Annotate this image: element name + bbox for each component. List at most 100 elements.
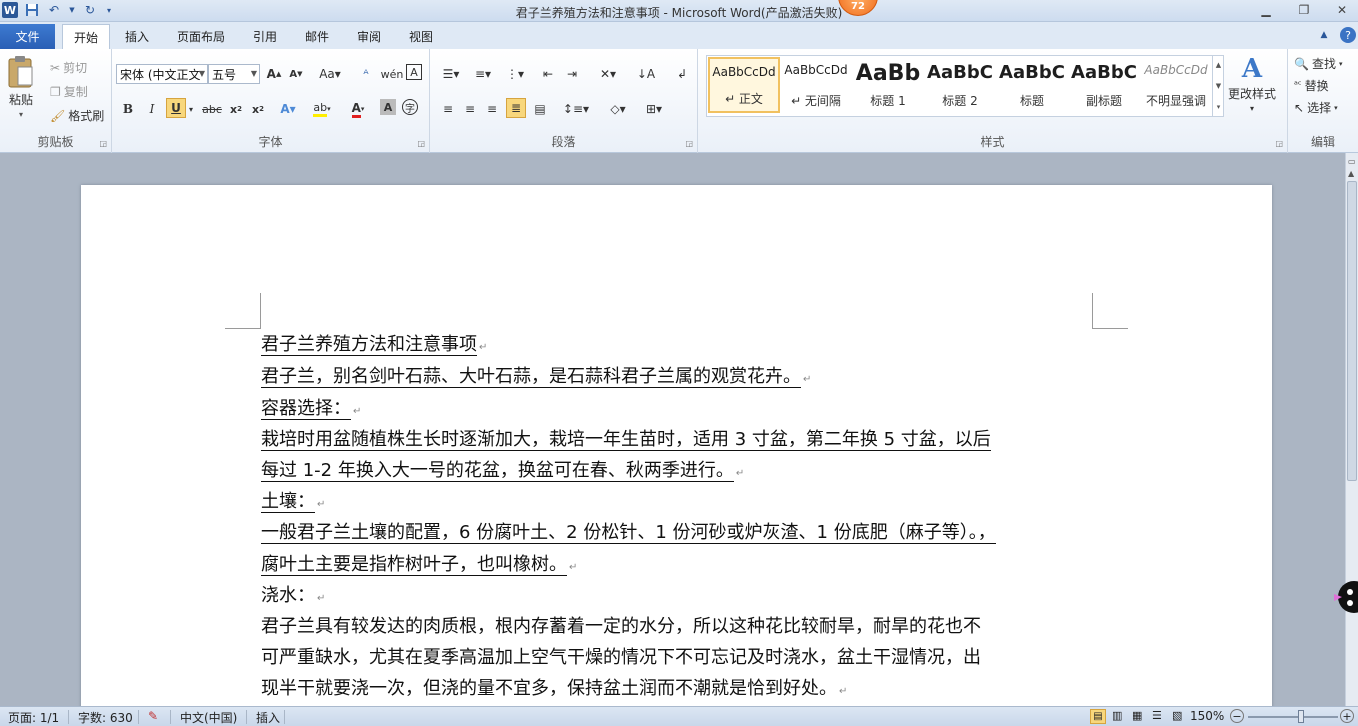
doc-line[interactable]: 君子兰具有较发达的肉质根，根内存蓄着一定的水分，所以这种花比较耐旱，耐旱的花也不 (261, 615, 981, 639)
tab-references[interactable]: 引用 (244, 24, 286, 49)
format-painter-button[interactable]: 🖌 格式刷 (50, 107, 104, 124)
change-case-icon[interactable]: Aa▾ (316, 64, 344, 84)
restore-icon[interactable]: ❐ (1294, 2, 1314, 18)
style-subtitle[interactable]: AaBbC 副标题 (1068, 57, 1140, 113)
shading-icon[interactable]: ◇▾ (604, 99, 632, 119)
doc-line[interactable]: 一般君子兰土壤的配置，6 份腐叶土、2 份松针、1 份河砂或炉灰渣、1 份底肥（… (261, 521, 996, 545)
floating-widget-icon[interactable] (1332, 574, 1358, 620)
tab-view[interactable]: 视图 (400, 24, 442, 49)
align-right-icon[interactable]: ≡ (482, 99, 502, 119)
clipboard-launcher-icon[interactable]: ◲ (99, 139, 107, 148)
bullets-icon[interactable]: ☰▾ (438, 64, 464, 84)
phonetic-guide-icon[interactable]: wén (381, 64, 404, 84)
grow-font-icon[interactable]: A ▲ (264, 64, 284, 84)
zoom-slider-thumb[interactable] (1298, 710, 1304, 723)
text-effects-icon[interactable]: A▾ (278, 99, 298, 119)
style-heading-1[interactable]: AaBb 标题 1 (852, 57, 924, 113)
copy-button[interactable]: ❐ 复制 (50, 83, 88, 100)
print-layout-icon[interactable]: ▤ (1090, 709, 1106, 724)
distributed-icon[interactable]: ▤ (530, 99, 550, 119)
cut-button[interactable]: ✂ 剪切 (50, 59, 87, 76)
scroll-up-icon[interactable]: ▲ (1348, 169, 1354, 178)
vertical-scrollbar[interactable]: ▭ ▲ (1345, 153, 1358, 706)
tab-page-layout[interactable]: 页面布局 (170, 24, 232, 49)
word-count[interactable]: 字数: 630 (78, 709, 133, 726)
paragraph-launcher-icon[interactable]: ◲ (685, 139, 693, 148)
minimize-icon[interactable]: ▁ (1256, 2, 1276, 18)
borders-icon[interactable]: ⊞▾ (640, 99, 668, 119)
doc-line[interactable]: 可严重缺水，尤其在夏季高温加上空气干燥的情况下不可忘记及时浇水，盆土干湿情况，出 (261, 646, 981, 670)
zoom-level[interactable]: 150% (1190, 709, 1224, 723)
tab-mailings[interactable]: 邮件 (296, 24, 338, 49)
help-icon[interactable]: ? (1340, 27, 1356, 43)
clear-formatting-icon[interactable]: ᴬ (356, 64, 376, 84)
doc-line[interactable]: 容器选择： ↵ (261, 397, 361, 424)
tab-insert[interactable]: 插入 (116, 24, 158, 49)
italic-icon[interactable]: I (142, 99, 162, 119)
doc-line[interactable]: 浇水： ↵ (261, 584, 325, 611)
multilevel-list-icon[interactable]: ⋮▾ (502, 64, 528, 84)
increase-indent-icon[interactable]: ⇥ (562, 64, 582, 84)
strikethrough-icon[interactable]: abc (200, 99, 224, 119)
styles-scroll-down-icon[interactable]: ▼ (1216, 82, 1221, 90)
outline-view-icon[interactable]: ☰ (1152, 709, 1162, 722)
style-no-spacing[interactable]: AaBbCcDd ↵ 无间隔 (780, 57, 852, 113)
tab-file[interactable]: 文件 (0, 24, 55, 49)
styles-more-icon[interactable]: ▾ (1217, 103, 1221, 111)
doc-line[interactable]: 君子兰，别名剑叶石蒜、大叶石蒜，是石蒜科君子兰属的观赏花卉。 ↵ (261, 365, 811, 392)
page-count[interactable]: 页面: 1/1 (8, 709, 59, 726)
web-layout-icon[interactable]: ▦ (1132, 709, 1142, 722)
close-icon[interactable]: ✕ (1332, 2, 1352, 18)
zoom-slider-track[interactable] (1248, 716, 1338, 718)
character-border-icon[interactable]: A (406, 64, 422, 80)
ruler-toggle-icon[interactable]: ▭ (1348, 157, 1356, 166)
align-center-icon[interactable]: ≡ (460, 99, 480, 119)
tab-home[interactable]: 开始 (62, 24, 110, 49)
paste-dropdown-icon[interactable]: ▾ (19, 110, 23, 119)
draft-view-icon[interactable]: ▧ (1172, 709, 1182, 722)
font-size-select[interactable]: 五号 ▼ (208, 64, 260, 84)
superscript-icon[interactable]: x2 (248, 99, 268, 119)
insert-mode[interactable]: 插入 (256, 709, 280, 726)
styles-launcher-icon[interactable]: ◲ (1275, 139, 1283, 148)
style-subtle-emphasis[interactable]: AaBbCcDd 不明显强调 (1140, 57, 1212, 113)
justify-icon[interactable]: ≣ (506, 98, 526, 118)
change-styles-button[interactable]: A 更改样式 ▾ (1228, 55, 1276, 113)
full-screen-reading-icon[interactable]: ▥ (1112, 709, 1122, 722)
enclose-characters-icon[interactable]: 字 (402, 99, 418, 115)
line-spacing-icon[interactable]: ↕≡▾ (562, 99, 590, 119)
styles-scroll-up-icon[interactable]: ▲ (1216, 61, 1221, 69)
highlight-icon[interactable]: ab ▾ (308, 99, 336, 119)
doc-line[interactable]: 腐叶土主要是指柞树叶子，也叫橡树。 ↵ (261, 553, 577, 580)
ribbon-collapse-icon[interactable]: ▲ (1316, 27, 1332, 43)
show-marks-icon[interactable]: ↲ (672, 64, 692, 84)
find-button[interactable]: 🔍 查找 ▾ (1294, 55, 1342, 72)
underline-icon[interactable]: U (166, 98, 186, 118)
doc-line[interactable]: 栽培时用盆随植株生长时逐渐加大，栽培一年生苗时，适用 3 寸盆，第二年换 5 寸… (261, 428, 991, 452)
document-page[interactable]: 君子兰养殖方法和注意事项 ↵ 君子兰，别名剑叶石蒜、大叶石蒜，是石蒜科君子兰属的观… (81, 185, 1272, 706)
align-left-icon[interactable]: ≡ (438, 99, 458, 119)
shrink-font-icon[interactable]: A ▼ (286, 64, 306, 84)
character-shading-icon[interactable]: A (380, 99, 396, 115)
doc-line[interactable]: 土壤： ↵ (261, 490, 325, 517)
style-heading-2[interactable]: AaBbC 标题 2 (924, 57, 996, 113)
style-normal[interactable]: AaBbCcDd ↵ 正文 (708, 57, 780, 113)
scrollbar-thumb[interactable] (1347, 181, 1357, 481)
font-launcher-icon[interactable]: ◲ (417, 139, 425, 148)
replace-button[interactable]: ᵃᶜ 替换 (1294, 77, 1329, 94)
bold-icon[interactable]: B (118, 99, 138, 119)
tab-review[interactable]: 审阅 (348, 24, 390, 49)
doc-line[interactable]: 现半干就要浇一次，但浇的量不宜多，保持盆土润而不潮就是恰到好处。 ↵ (261, 677, 847, 704)
proofing-icon[interactable]: ✎ (148, 709, 158, 723)
sort-icon[interactable]: ↓A (636, 64, 656, 84)
subscript-icon[interactable]: x2 (226, 99, 246, 119)
select-button[interactable]: ↖ 选择 ▾ (1294, 99, 1338, 116)
zoom-out-icon[interactable]: − (1230, 709, 1244, 723)
chinese-layout-icon[interactable]: ✕▾ (594, 64, 622, 84)
font-name-select[interactable]: 宋体 (中文正文) ▼ (116, 64, 208, 84)
zoom-in-icon[interactable]: + (1340, 709, 1354, 723)
numbering-icon[interactable]: ≡▾ (470, 64, 496, 84)
decrease-indent-icon[interactable]: ⇤ (538, 64, 558, 84)
paste-button[interactable]: 粘贴 ▾ (6, 55, 36, 119)
underline-dropdown-icon[interactable]: ▾ (186, 99, 196, 119)
